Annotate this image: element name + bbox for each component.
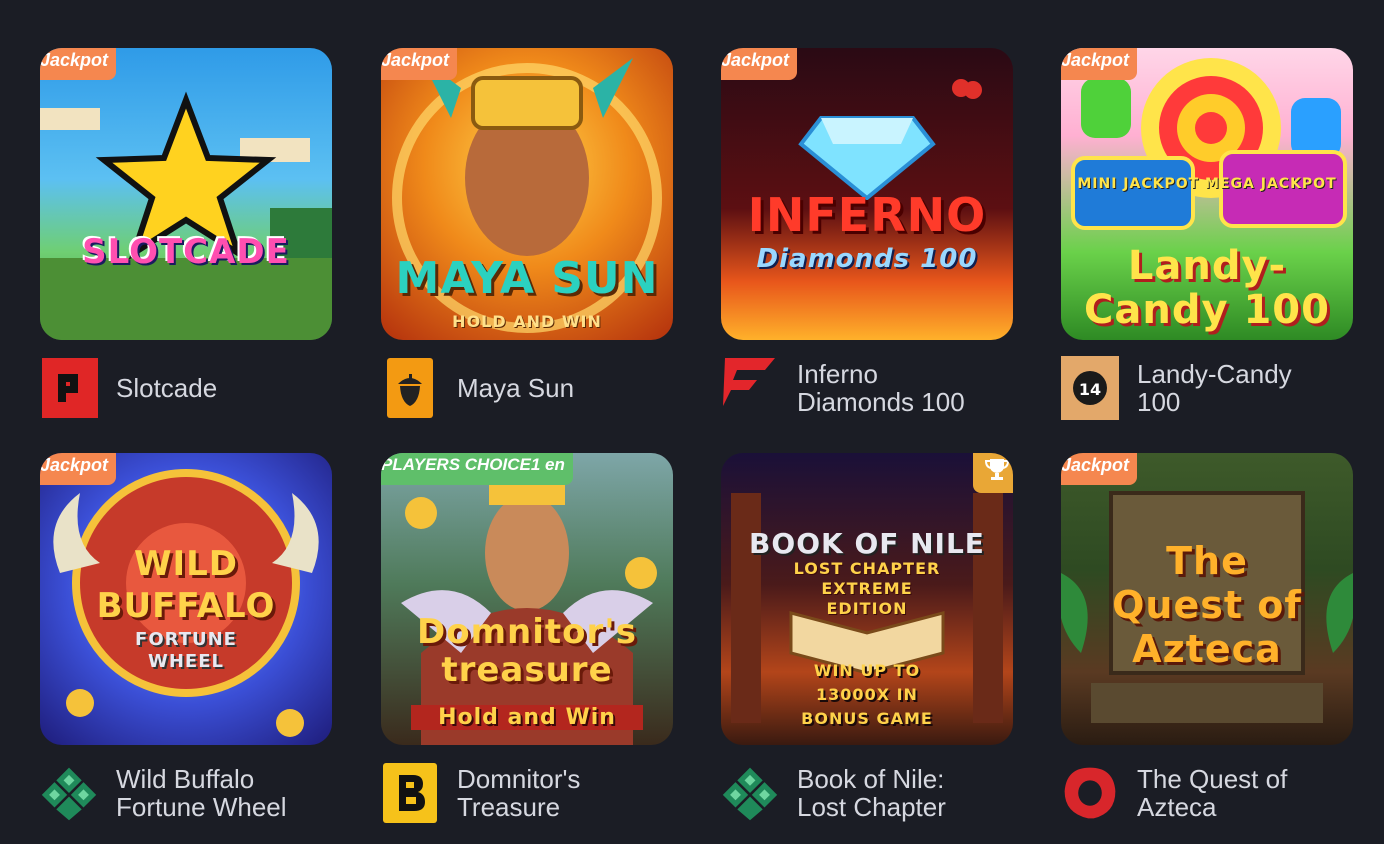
art-title: Domnitor's treasure — [417, 612, 637, 690]
game-artwork: BOOK OF NILE LOST CHAPTER EXTREME EDITIO… — [721, 453, 1013, 745]
provider-logo[interactable]: 14 — [1061, 356, 1119, 420]
provider-logo[interactable] — [721, 761, 779, 825]
provider-logo[interactable] — [1061, 761, 1119, 825]
art-subtitle: LOST CHAPTER EXTREME EDITION — [793, 559, 941, 618]
art-title: INFERNO — [747, 188, 987, 242]
game-thumbnail[interactable]: WILD BUFFALO FORTUNE WHEEL Jackpot — [40, 453, 332, 745]
game-artwork: WILD BUFFALO FORTUNE WHEEL — [40, 453, 332, 745]
provider-p-icon — [42, 358, 98, 418]
provider-logo[interactable] — [381, 761, 439, 825]
provider-f-icon — [723, 358, 775, 406]
provider-logo[interactable] — [381, 356, 439, 420]
art-extra: WIN UP TO 13000X IN BONUS GAME — [801, 661, 933, 728]
game-artwork: Domnitor's treasure Hold and Win — [381, 453, 673, 745]
game-artwork: MAYA SUN HOLD AND WIN — [381, 48, 673, 340]
game-name[interactable]: The Quest of Azteca — [1137, 765, 1337, 821]
provider-logo[interactable] — [721, 356, 779, 420]
game-card-landy-candy-100[interactable]: MINI JACKPOT MEGA JACKPOT Landy-Candy 10… — [1061, 48, 1353, 420]
provider-acorn-icon — [387, 358, 433, 418]
jackpot-badge: Jackpot — [1061, 453, 1138, 485]
game-name[interactable]: Wild Buffalo Fortune Wheel — [116, 765, 316, 821]
provider-diamond-icon — [722, 767, 778, 821]
game-name[interactable]: Landy-Candy 100 — [1137, 360, 1337, 416]
art-title: SLOTCADE — [82, 232, 290, 272]
game-grid: SLOTCADE Jackpot Slotcade MAYA SUN HOLD … — [0, 0, 1384, 844]
game-thumbnail[interactable]: BOOK OF NILE LOST CHAPTER EXTREME EDITIO… — [721, 453, 1013, 745]
art-title: WILD BUFFALO — [96, 544, 276, 626]
art-title: BOOK OF NILE — [749, 527, 985, 560]
game-artwork: The Quest of Azteca — [1061, 453, 1353, 745]
provider-diamond-icon — [41, 767, 97, 821]
art-title: MAYA SUN — [395, 253, 659, 304]
trophy-badge — [973, 453, 1013, 493]
game-name[interactable]: Domnitor's Treasure — [457, 765, 657, 821]
art-subtitle: Diamonds 100 — [756, 244, 978, 274]
provider-b-icon — [383, 763, 437, 823]
game-card-wild-buffalo-fortune-wheel[interactable]: WILD BUFFALO FORTUNE WHEEL Jackpot Wild … — [40, 453, 332, 821]
game-card-slotcade[interactable]: SLOTCADE Jackpot Slotcade — [40, 48, 332, 418]
art-subtitle: Hold and Win — [411, 705, 643, 730]
art-title: The Quest of Azteca — [1112, 539, 1302, 671]
jackpot-badge: Jackpot — [721, 48, 798, 80]
game-card-the-quest-of-azteca[interactable]: The Quest of Azteca Jackpot The Quest of… — [1061, 453, 1353, 821]
game-thumbnail[interactable]: Domnitor's treasure Hold and Win PLAYERS… — [381, 453, 673, 745]
provider-14-icon: 14 — [1061, 356, 1119, 420]
game-thumbnail[interactable]: SLOTCADE Jackpot — [40, 48, 332, 340]
provider-red-ring-icon — [1064, 767, 1116, 819]
provider-14-label: 14 — [1079, 380, 1101, 399]
jackpot-badge: Jackpot — [1061, 48, 1138, 80]
game-thumbnail[interactable]: The Quest of Azteca Jackpot — [1061, 453, 1353, 745]
game-name[interactable]: Maya Sun — [457, 374, 574, 402]
game-artwork: INFERNO Diamonds 100 — [721, 48, 1013, 340]
game-artwork: MINI JACKPOT MEGA JACKPOT Landy-Candy 10… — [1061, 48, 1353, 340]
game-artwork: SLOTCADE — [40, 48, 332, 340]
game-thumbnail[interactable]: INFERNO Diamonds 100 Jackpot — [721, 48, 1013, 340]
game-card-domnitors-treasure[interactable]: Domnitor's treasure Hold and Win PLAYERS… — [381, 453, 673, 823]
game-name[interactable]: Inferno Diamonds 100 — [797, 360, 997, 416]
game-card-book-of-nile-lost-chapter[interactable]: BOOK OF NILE LOST CHAPTER EXTREME EDITIO… — [721, 453, 1013, 821]
game-card-maya-sun[interactable]: MAYA SUN HOLD AND WIN Jackpot Maya Sun — [381, 48, 673, 418]
game-card-inferno-diamonds-100[interactable]: INFERNO Diamonds 100 Jackpot Inferno Dia… — [721, 48, 1013, 416]
game-name[interactable]: Slotcade — [116, 374, 217, 402]
art-title: Landy-Candy 100 — [1084, 243, 1330, 333]
trophy-icon — [984, 459, 1010, 480]
art-subtitle: FORTUNE WHEEL — [135, 629, 237, 672]
provider-logo[interactable] — [40, 761, 98, 825]
art-subtitle: MINI JACKPOT MEGA JACKPOT — [1077, 176, 1337, 192]
jackpot-badge: Jackpot — [381, 48, 458, 80]
game-name[interactable]: Book of Nile: Lost Chapter — [797, 765, 997, 821]
game-thumbnail[interactable]: MAYA SUN HOLD AND WIN Jackpot — [381, 48, 673, 340]
art-subtitle: HOLD AND WIN — [452, 312, 602, 331]
jackpot-badge: Jackpot — [40, 48, 117, 80]
players-choice-badge: PLAYERS CHOICE1 en — [381, 453, 573, 485]
game-thumbnail[interactable]: MINI JACKPOT MEGA JACKPOT Landy-Candy 10… — [1061, 48, 1353, 340]
jackpot-badge: Jackpot — [40, 453, 117, 485]
provider-logo[interactable] — [40, 356, 98, 420]
